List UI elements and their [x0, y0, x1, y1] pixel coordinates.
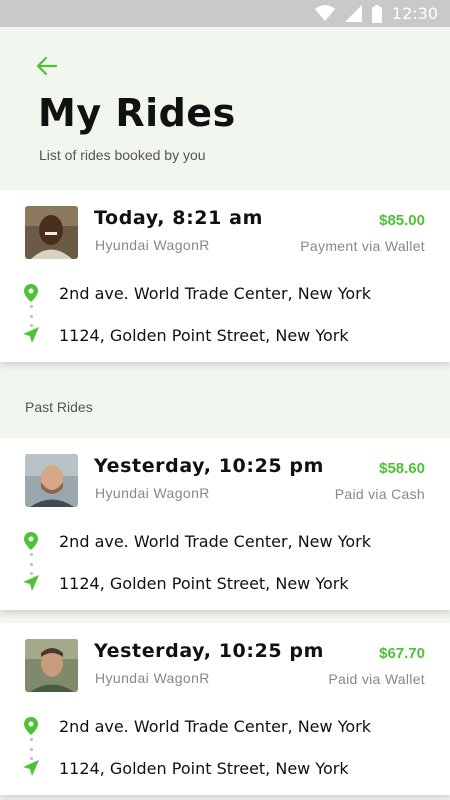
status-bar: 12:30	[0, 0, 450, 27]
driver-avatar	[25, 639, 78, 692]
ride-card[interactable]: Yesterday, 10:25 pm Hyundai WagonR $58.6…	[0, 438, 450, 610]
driver-avatar	[25, 454, 78, 507]
drop-address: 1124, Golden Point Street, New York	[59, 326, 349, 345]
page-subtitle: List of rides booked by you	[39, 147, 206, 163]
navigation-arrow-icon	[23, 327, 39, 343]
ride-time: Yesterday, 10:25 pm	[94, 640, 325, 662]
pickup-address: 2nd ave. World Trade Center, New York	[59, 284, 371, 303]
ride-card[interactable]: Today, 8:21 am Hyundai WagonR $85.00 Pay…	[0, 190, 450, 362]
pickup-address: 2nd ave. World Trade Center, New York	[59, 532, 371, 551]
signal-icon	[344, 5, 362, 22]
back-arrow-icon[interactable]	[36, 55, 58, 77]
navigation-arrow-icon	[23, 760, 39, 776]
route-dots	[30, 738, 33, 760]
ride-time: Today, 8:21 am	[94, 207, 263, 229]
car-model: Hyundai WagonR	[95, 485, 210, 501]
car-model: Hyundai WagonR	[95, 670, 210, 686]
driver-avatar	[25, 206, 78, 259]
pickup-address: 2nd ave. World Trade Center, New York	[59, 717, 371, 736]
route-dots	[30, 305, 33, 327]
payment-method: Paid via Wallet	[328, 671, 425, 687]
car-model: Hyundai WagonR	[95, 237, 210, 253]
location-pin-icon	[24, 532, 38, 550]
status-time: 12:30	[391, 4, 438, 23]
section-label-past-rides: Past Rides	[25, 399, 93, 415]
ride-card[interactable]: Yesterday, 10:25 pm Hyundai WagonR $67.7…	[0, 623, 450, 795]
location-pin-icon	[24, 284, 38, 302]
location-pin-icon	[24, 717, 38, 735]
route-dots	[30, 553, 33, 575]
payment-method: Payment via Wallet	[300, 238, 425, 254]
battery-icon	[371, 4, 382, 23]
drop-address: 1124, Golden Point Street, New York	[59, 759, 349, 778]
status-icons: 12:30	[314, 4, 438, 23]
ride-price: $58.60	[379, 460, 425, 477]
page-header: My Rides List of rides booked by you	[0, 27, 450, 190]
ride-time: Yesterday, 10:25 pm	[94, 455, 325, 477]
page-title: My Rides	[38, 91, 236, 135]
ride-price: $67.70	[379, 645, 425, 662]
wifi-icon	[314, 5, 335, 21]
ride-price: $85.00	[379, 212, 425, 229]
navigation-arrow-icon	[23, 575, 39, 591]
drop-address: 1124, Golden Point Street, New York	[59, 574, 349, 593]
payment-method: Paid via Cash	[334, 486, 425, 502]
